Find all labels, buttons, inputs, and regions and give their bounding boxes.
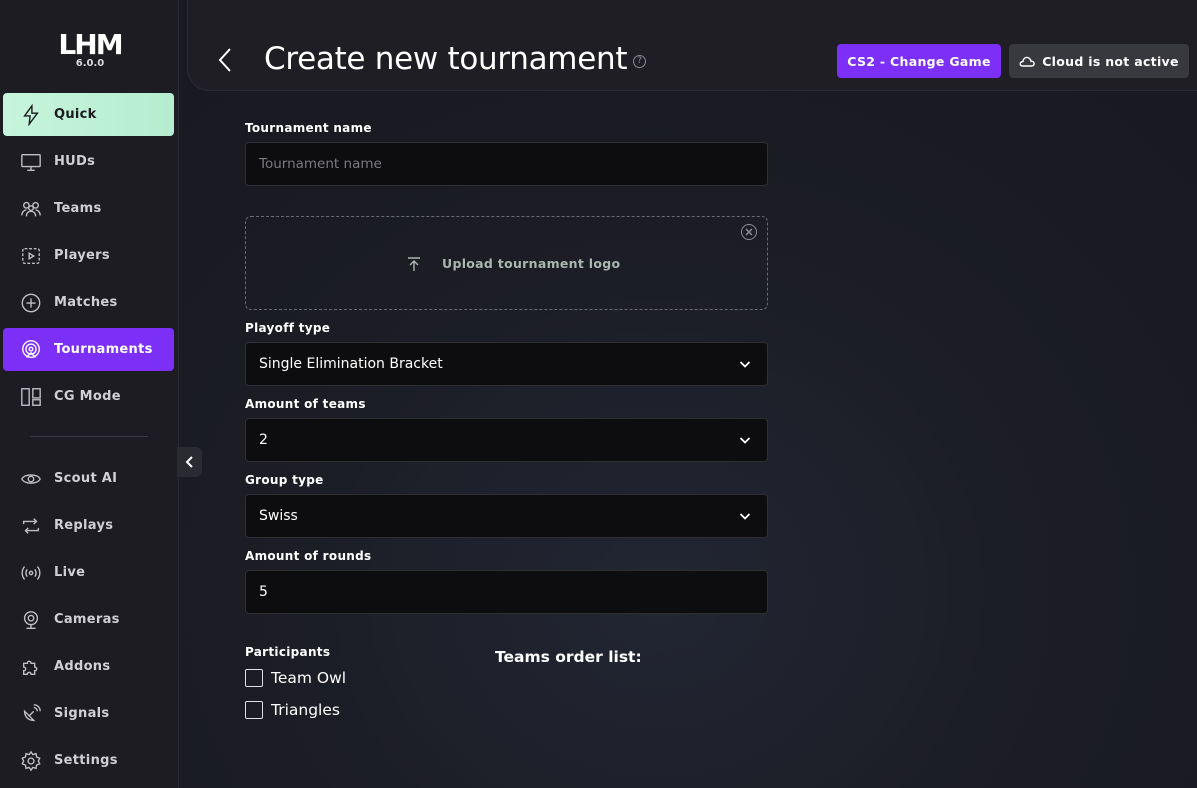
sidebar-item-label: Signals — [54, 706, 110, 721]
cloud-status-label: Cloud is not active — [1042, 53, 1179, 69]
sidebar-item-label: CG Mode — [54, 389, 121, 404]
sidebar-item-settings[interactable]: Settings — [3, 739, 174, 782]
chevron-down-icon — [739, 510, 751, 522]
sidebar-item-matches[interactable]: Matches — [3, 281, 174, 324]
sidebar-item-scout-ai[interactable]: Scout AI — [3, 457, 174, 500]
participants-label: Participants — [245, 645, 331, 659]
satellite-icon — [19, 702, 43, 726]
webcam-icon — [19, 608, 43, 632]
app-logo: LHM 6.0.0 — [58, 28, 123, 72]
participant-checkbox-team-owl[interactable]: Team Owl — [245, 669, 346, 687]
page-header: Create new tournament ? CS2 - Change Gam… — [187, 0, 1197, 91]
change-game-button[interactable]: CS2 - Change Game — [837, 44, 1001, 78]
participant-name: Team Owl — [271, 669, 347, 687]
sidebar-item-label: Replays — [54, 518, 114, 533]
sidebar-item-live[interactable]: Live — [3, 551, 174, 594]
plus-circle-icon — [19, 291, 43, 315]
sidebar-item-label: Live — [54, 565, 86, 580]
cloud-icon — [1019, 56, 1036, 67]
users-icon — [19, 197, 43, 221]
sidebar-item-cg-mode[interactable]: CG Mode — [3, 375, 174, 418]
player-card-icon — [19, 244, 43, 268]
sidebar-item-quick[interactable]: Quick — [3, 93, 174, 136]
sidebar-item-label: Cameras — [54, 612, 120, 627]
logo-mark: LHM — [58, 28, 123, 61]
monitor-icon — [19, 150, 43, 174]
arrow-left-icon — [218, 48, 231, 72]
group-type-value: Swiss — [259, 508, 298, 524]
amount-of-rounds-label: Amount of rounds — [245, 549, 372, 563]
eye-icon — [19, 467, 43, 491]
puzzle-icon — [19, 655, 43, 679]
playoff-type-label: Playoff type — [245, 321, 331, 335]
sidebar-item-label: Quick — [54, 107, 97, 122]
broadcast-icon — [19, 561, 43, 585]
tournament-name-field[interactable] — [245, 142, 768, 186]
upload-logo-label: Upload tournament logo — [442, 256, 621, 271]
chevron-left-icon — [185, 456, 193, 468]
amount-of-teams-select[interactable]: 2 — [245, 418, 768, 462]
tournament-target-icon — [19, 338, 43, 362]
sidebar-collapse-button[interactable] — [177, 447, 202, 477]
sidebar-item-label: Addons — [54, 659, 111, 674]
sidebar-item-label: Tournaments — [54, 342, 153, 357]
amount-of-teams-label: Amount of teams — [245, 397, 366, 411]
sidebar-item-label: HUDs — [54, 154, 96, 169]
upload-logo-dropzone[interactable]: Upload tournament logo — [245, 216, 768, 310]
amount-of-rounds-field[interactable]: 5 — [245, 570, 768, 614]
sidebar-item-cameras[interactable]: Cameras — [3, 598, 174, 641]
group-type-label: Group type — [245, 473, 324, 487]
sidebar-item-addons[interactable]: Addons — [3, 645, 174, 688]
sidebar-item-signals[interactable]: Signals — [3, 692, 174, 735]
group-type-select[interactable]: Swiss — [245, 494, 768, 538]
sidebar-item-label: Teams — [54, 201, 102, 216]
sidebar-item-label: Settings — [54, 753, 118, 768]
sidebar-item-replays[interactable]: Replays — [3, 504, 174, 547]
chevron-down-icon — [739, 358, 751, 370]
chevron-down-icon — [739, 434, 751, 446]
page-title: Create new tournament — [264, 41, 628, 77]
sidebar-divider — [30, 436, 148, 437]
sidebar-item-players[interactable]: Players — [3, 234, 174, 277]
tournament-name-label: Tournament name — [245, 121, 372, 135]
playoff-type-value: Single Elimination Bracket — [259, 356, 443, 372]
sidebar: LHM 6.0.0 Quick HUDs Teams Players Match… — [0, 0, 179, 788]
cloud-status-button[interactable]: Cloud is not active — [1009, 44, 1189, 78]
sidebar-item-label: Matches — [54, 295, 118, 310]
amount-of-teams-value: 2 — [259, 432, 268, 448]
sidebar-item-label: Players — [54, 248, 110, 263]
clear-logo-icon[interactable] — [741, 224, 757, 240]
sidebar-item-huds[interactable]: HUDs — [3, 140, 174, 183]
sidebar-item-tournaments[interactable]: Tournaments — [3, 328, 174, 371]
checkbox[interactable] — [245, 701, 263, 719]
back-button[interactable] — [216, 46, 238, 76]
help-icon[interactable]: ? — [633, 55, 646, 68]
teams-order-list-title: Teams order list: — [495, 648, 642, 666]
bolt-icon — [19, 103, 43, 127]
sidebar-item-label: Scout AI — [54, 471, 118, 486]
amount-of-rounds-value[interactable]: 5 — [259, 584, 268, 600]
participant-name: Triangles — [271, 701, 340, 719]
sidebar-item-teams[interactable]: Teams — [3, 187, 174, 230]
participant-checkbox-triangles[interactable]: Triangles — [245, 701, 340, 719]
checkbox[interactable] — [245, 669, 263, 687]
playoff-type-select[interactable]: Single Elimination Bracket — [245, 342, 768, 386]
layout-icon — [19, 385, 43, 409]
tournament-name-input[interactable] — [259, 156, 767, 172]
gear-icon — [19, 749, 43, 773]
upload-icon — [407, 256, 421, 272]
replay-icon — [19, 514, 43, 538]
